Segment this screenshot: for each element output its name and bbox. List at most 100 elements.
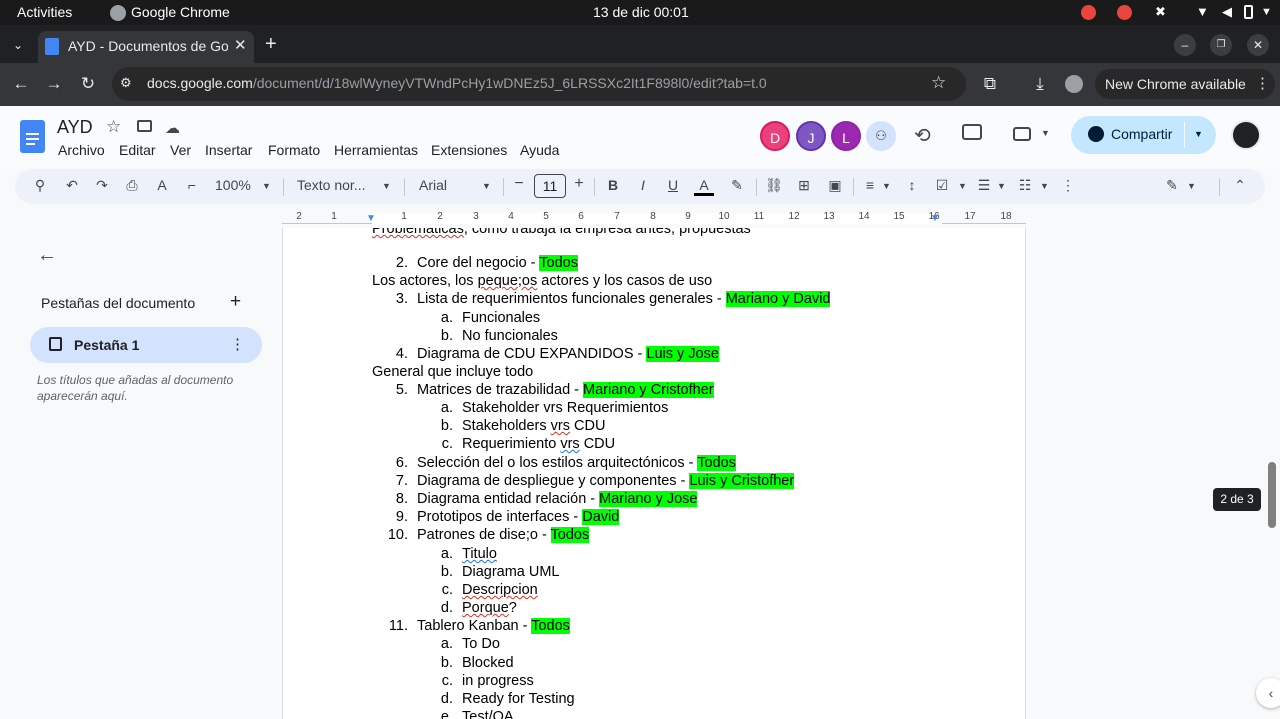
document-line[interactable]: Stakeholders vrs CDU xyxy=(462,418,605,434)
move-folder-icon[interactable] xyxy=(137,120,152,132)
paint-format-icon[interactable]: ⌐ xyxy=(182,177,202,193)
menu-ayuda[interactable]: Ayuda xyxy=(520,142,559,158)
undo-icon[interactable]: ↶ xyxy=(62,177,82,194)
chrome-update-button[interactable]: New Chrome available ⋮ xyxy=(1095,69,1275,99)
document-line[interactable]: Titulo xyxy=(462,546,497,562)
left-indent-marker-icon[interactable]: ▼ xyxy=(366,213,376,224)
extensions-icon[interactable]: ⧉ xyxy=(978,74,1002,94)
meet-chevron-icon[interactable]: ▼ xyxy=(1041,128,1050,138)
document-line[interactable]: Problemáticas, como trabaja la empresa a… xyxy=(372,228,751,237)
document-line[interactable]: Tablero Kanban - Todos xyxy=(417,618,570,634)
tray-record-icon[interactable] xyxy=(1117,5,1132,20)
text-color-icon[interactable]: A xyxy=(694,177,714,196)
right-indent-marker-icon[interactable]: ▼ xyxy=(930,213,940,224)
document-line[interactable]: To Do xyxy=(462,636,500,652)
font-chevron-icon[interactable]: ▼ xyxy=(482,181,491,191)
line-spacing-icon[interactable]: ↕ xyxy=(902,177,922,193)
zoom-chevron-icon[interactable]: ▼ xyxy=(262,181,271,191)
editing-mode-chevron-icon[interactable]: ▼ xyxy=(1187,181,1196,191)
document-line[interactable]: Lista de requerimientos funcionales gene… xyxy=(417,291,831,307)
meet-video-icon[interactable] xyxy=(1013,127,1031,141)
align-chevron-icon[interactable]: ▼ xyxy=(882,181,891,191)
share-dropdown-icon[interactable]: ▼ xyxy=(1194,129,1203,139)
reload-icon[interactable]: ↻ xyxy=(76,74,100,94)
activities-button[interactable]: Activities xyxy=(17,4,72,20)
add-comment-icon[interactable]: ⊞ xyxy=(794,177,814,194)
close-window-button[interactable]: ✕ xyxy=(1247,34,1269,56)
search-menus-icon[interactable]: ⚲ xyxy=(30,177,50,194)
spellcheck-icon[interactable]: A xyxy=(152,177,172,193)
profile-icon[interactable] xyxy=(1065,75,1083,93)
app-menu[interactable]: Google Chrome xyxy=(131,4,230,20)
back-icon[interactable]: ← xyxy=(9,74,33,94)
increase-font-size-icon[interactable]: + xyxy=(572,175,586,193)
document-line[interactable]: Requerimiento vrs CDU xyxy=(462,436,615,452)
collaborator-avatar-d[interactable]: D xyxy=(760,121,790,151)
redo-icon[interactable]: ↷ xyxy=(92,177,112,194)
menu-ver[interactable]: Ver xyxy=(170,142,191,158)
chrome-menu-icon[interactable]: ⋮ xyxy=(1255,74,1270,92)
volume-icon[interactable]: ◀ xyxy=(1222,4,1232,20)
document-line[interactable]: Funcionales xyxy=(462,310,540,326)
menu-editar[interactable]: Editar xyxy=(119,142,156,158)
forward-icon[interactable]: → xyxy=(42,74,66,94)
tray-puzzle-icon[interactable]: ✖ xyxy=(1155,4,1166,20)
print-icon[interactable]: ⎙ xyxy=(122,177,142,194)
bullet-chevron-icon[interactable]: ▼ xyxy=(997,181,1006,191)
align-icon[interactable]: ≡ xyxy=(862,177,878,193)
document-line[interactable]: Descripcion xyxy=(462,582,538,598)
bold-icon[interactable]: B xyxy=(606,177,620,193)
clock[interactable]: 13 de dic 00:01 xyxy=(593,4,689,20)
document-line[interactable]: Prototipos de interfaces - David xyxy=(417,509,620,525)
side-panel-toggle-icon[interactable]: ‹ xyxy=(1256,678,1280,708)
menu-archivo[interactable]: Archivo xyxy=(58,142,105,158)
document-line[interactable]: Selección del o los estilos arquitectóni… xyxy=(417,455,736,471)
docs-logo-icon[interactable] xyxy=(20,120,45,153)
document-line[interactable]: Blocked xyxy=(462,655,514,671)
document-page[interactable]: Problemáticas, como trabaja la empresa a… xyxy=(282,228,1026,719)
checklist-chevron-icon[interactable]: ▼ xyxy=(958,181,967,191)
tab-search-chevron-icon[interactable]: ⌄ xyxy=(8,35,28,55)
share-button[interactable]: Compartir ▼ xyxy=(1071,116,1216,154)
document-line[interactable]: General que incluye todo xyxy=(372,364,533,380)
insert-link-icon[interactable]: ⛓ xyxy=(764,177,784,194)
more-tools-icon[interactable]: ⋮ xyxy=(1058,177,1078,194)
highlight-color-icon[interactable]: ✎ xyxy=(727,177,747,194)
close-tab-icon[interactable]: ✕ xyxy=(234,36,247,54)
menu-extensiones[interactable]: Extensiones xyxy=(431,142,507,158)
document-line[interactable]: No funcionales xyxy=(462,328,558,344)
document-line[interactable]: Patrones de dise;o - Todos xyxy=(417,527,590,543)
tab-options-icon[interactable]: ⋮ xyxy=(230,335,245,353)
document-line[interactable]: Matrices de trazabilidad - Mariano y Cri… xyxy=(417,382,714,398)
version-history-icon[interactable]: ⟲ xyxy=(914,123,931,148)
document-line[interactable]: Test/QA xyxy=(462,709,514,719)
style-chevron-icon[interactable]: ▼ xyxy=(382,181,391,191)
ruler[interactable]: 2 1 1 2 3 4 5 6 7 8 9 10 11 12 13 14 15 16 17 18 ▼ ▼ xyxy=(282,210,1026,227)
document-line[interactable]: Diagrama de CDU EXPANDIDOS - Luis y Jose xyxy=(417,346,719,362)
document-line[interactable]: Stakeholder vrs Requerimientos xyxy=(462,400,668,416)
power-menu-icon[interactable]: ▼ xyxy=(1261,6,1272,18)
add-tab-icon[interactable]: + xyxy=(230,291,241,313)
menu-insertar[interactable]: Insertar xyxy=(205,142,252,158)
new-tab-button[interactable]: + xyxy=(265,33,277,56)
minimize-button[interactable]: – xyxy=(1174,34,1196,56)
sidebar-item-pestana-1[interactable]: Pestaña 1 ⋮ xyxy=(30,327,262,363)
editing-mode-icon[interactable]: ✎ xyxy=(1162,177,1182,194)
font-size-input[interactable]: 11 xyxy=(534,174,566,198)
address-bar[interactable]: ⚙ docs.google.com/document/d/18wlWyneyVT… xyxy=(112,67,966,101)
user-avatar[interactable] xyxy=(1231,120,1261,150)
font-select[interactable]: Arial xyxy=(419,177,447,193)
document-line[interactable]: Diagrama UML xyxy=(462,564,560,580)
collaborators-chat-icon[interactable]: ⚇ xyxy=(866,121,896,151)
style-select[interactable]: Texto nor... xyxy=(297,177,365,193)
document-title[interactable]: AYD xyxy=(57,117,93,138)
maximize-button[interactable]: ❐ xyxy=(1210,34,1232,56)
collaborator-avatar-j[interactable]: J xyxy=(796,121,826,151)
star-icon[interactable]: ☆ xyxy=(106,117,121,137)
document-line[interactable]: Diagrama de despliegue y componentes - L… xyxy=(417,473,795,489)
active-tab[interactable]: AYD - Documentos de Go ✕ xyxy=(38,31,254,63)
insert-image-icon[interactable]: ▣ xyxy=(825,177,845,194)
document-line[interactable]: Los actores, los peque;os actores y los … xyxy=(372,273,712,289)
download-icon[interactable]: ⤓ xyxy=(1028,74,1052,94)
wifi-icon[interactable]: ▼ xyxy=(1196,4,1209,19)
